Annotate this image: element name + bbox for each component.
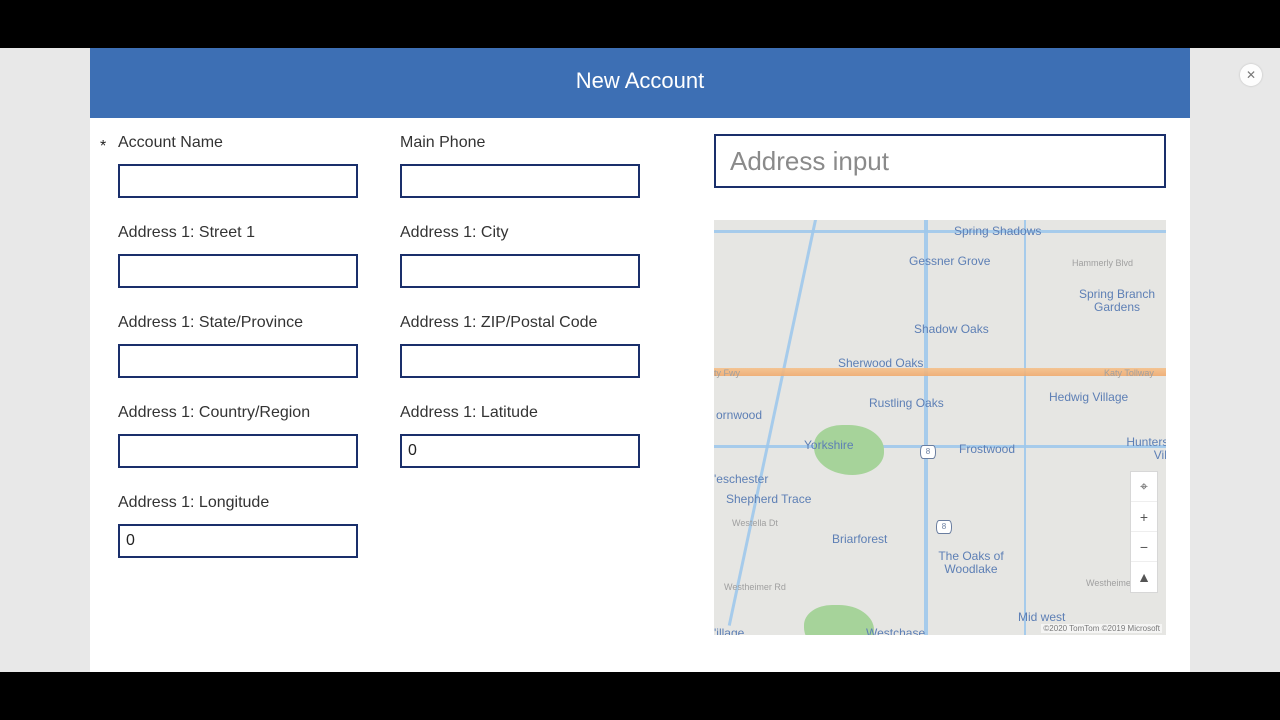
field-city: Address 1: City (400, 224, 640, 288)
route-shield-icon: 8 (936, 520, 952, 534)
form-column-right: Main Phone Address 1: City Address 1: ZI… (400, 134, 640, 672)
field-state: Address 1: State/Province (118, 314, 358, 378)
city-input[interactable] (400, 254, 640, 288)
street1-input[interactable] (118, 254, 358, 288)
map-place-label: Shepherd Trace (726, 492, 811, 506)
address-search-input[interactable] (714, 134, 1166, 188)
dialog-body: * Account Name Address 1: Street 1 Addre… (90, 118, 1190, 672)
map-highway (714, 368, 1166, 376)
map-locate-button[interactable]: ⌖ (1131, 472, 1157, 502)
map-place-label: ornwood (716, 408, 762, 422)
field-street1: Address 1: Street 1 (118, 224, 358, 288)
field-main-phone: Main Phone (400, 134, 640, 198)
street1-label: Address 1: Street 1 (118, 224, 358, 242)
map-park (804, 605, 874, 635)
longitude-label: Address 1: Longitude (118, 494, 358, 512)
map-place-label: Sherwood Oaks (838, 356, 923, 370)
map-road (728, 220, 817, 626)
route-shield-icon: 8 (920, 445, 936, 459)
map-place-label: 'illage (714, 626, 744, 635)
map-canvas[interactable]: 8 8 Spring Shadows Gessner Grove Spring Br… (714, 220, 1166, 635)
field-zip: Address 1: ZIP/Postal Code (400, 314, 640, 378)
map-place-label: Gessner Grove (909, 254, 990, 268)
close-icon[interactable]: ✕ (1240, 64, 1262, 86)
account-name-input[interactable] (118, 164, 358, 198)
field-account-name: Account Name (118, 134, 358, 198)
map-road (714, 230, 1166, 233)
map-place-label: The Oaks of Woodlake (926, 550, 1016, 576)
map-place-label: Rustling Oaks (869, 396, 944, 410)
field-longitude: Address 1: Longitude (118, 494, 358, 558)
latitude-input[interactable] (400, 434, 640, 468)
map-controls: ⌖ + − ▲ (1130, 471, 1158, 593)
map-place-label: Frostwood (959, 442, 1015, 456)
latitude-label: Address 1: Latitude (400, 404, 640, 422)
dialog-header: New Account (90, 48, 1190, 118)
map-road-label: Westella Dt (732, 518, 778, 528)
zip-input[interactable] (400, 344, 640, 378)
state-label: Address 1: State/Province (118, 314, 358, 332)
map-place-label: Hunters Creek Villa (1120, 436, 1166, 462)
letterbox-top (0, 0, 1280, 48)
map-road-label: Westheimer Rd (724, 582, 786, 592)
map-attribution: ©2020 TomTom ©2019 Microsoft (1041, 624, 1162, 633)
map-place-label: Spring Shadows (954, 224, 1041, 238)
map-place-label: Briarforest (832, 532, 887, 546)
map-place-label: Shadow Oaks (914, 322, 989, 336)
zip-label: Address 1: ZIP/Postal Code (400, 314, 640, 332)
required-marker: * (100, 134, 118, 672)
map-place-label: Spring Branch Gardens (1072, 288, 1162, 314)
map-layers-button[interactable]: ▲ (1131, 562, 1157, 592)
country-input[interactable] (118, 434, 358, 468)
longitude-input[interactable] (118, 524, 358, 558)
field-latitude: Address 1: Latitude (400, 404, 640, 468)
map-road (714, 445, 1166, 448)
map-place-label: Westchase (866, 626, 925, 635)
map-place-label: Hedwig Village (1049, 390, 1128, 404)
letterbox-bottom (0, 672, 1280, 720)
map-road-label: ty Fwy (714, 368, 740, 378)
map-place-label: Yorkshire (804, 438, 854, 452)
map-pane: 8 8 Spring Shadows Gessner Grove Spring Br… (714, 134, 1166, 672)
main-phone-input[interactable] (400, 164, 640, 198)
account-name-label: Account Name (118, 134, 358, 152)
viewport: ✕ New Account * Account Name Address 1: … (0, 48, 1280, 672)
map-road-label: Katy Tollway (1104, 368, 1154, 378)
main-phone-label: Main Phone (400, 134, 640, 152)
city-label: Address 1: City (400, 224, 640, 242)
map-zoom-out-button[interactable]: − (1131, 532, 1157, 562)
form-column-left: Account Name Address 1: Street 1 Address… (118, 134, 358, 672)
map-road-label: Hammerly Blvd (1072, 258, 1133, 268)
map-zoom-in-button[interactable]: + (1131, 502, 1157, 532)
field-country: Address 1: Country/Region (118, 404, 358, 468)
country-label: Address 1: Country/Region (118, 404, 358, 422)
form-area: Account Name Address 1: Street 1 Address… (118, 134, 640, 672)
map-road (1024, 220, 1026, 635)
new-account-dialog: New Account * Account Name Address 1: St… (90, 48, 1190, 672)
map-place-label: 'eschester (714, 472, 768, 486)
map-place-label: Mid west (1018, 610, 1065, 624)
state-input[interactable] (118, 344, 358, 378)
dialog-title: New Account (576, 68, 704, 93)
